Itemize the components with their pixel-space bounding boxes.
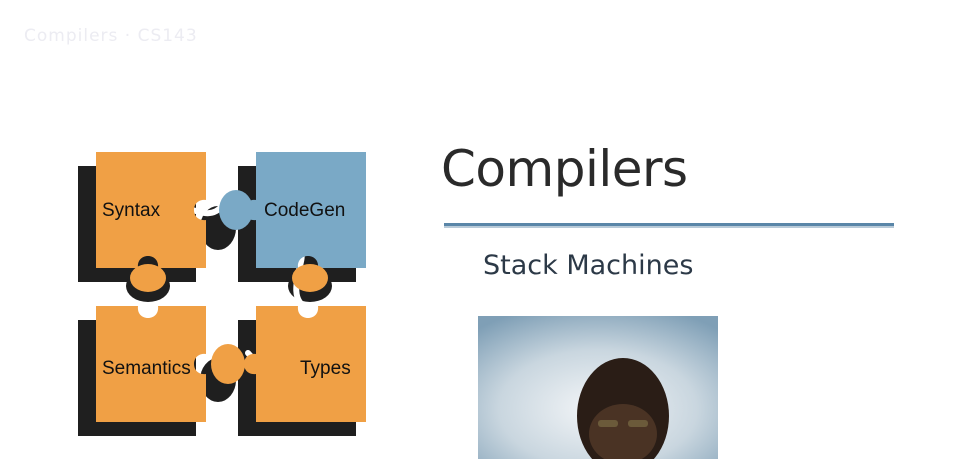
semantics-label: Semantics [102, 358, 191, 379]
compiler-puzzle-logo: Syntax CodeGen Semantics Types [78, 152, 366, 436]
codegen-label: CodeGen [264, 200, 345, 221]
title-divider-shadow [444, 226, 894, 228]
puzzle-piece-syntax: Syntax [96, 152, 206, 268]
slide-header-faded: Compilers · CS143 [24, 26, 198, 46]
lecture-slide: Compilers · CS143 Syntax CodeGen Semanti… [0, 0, 960, 459]
presenter-webcam-icon [478, 316, 718, 459]
types-label: Types [300, 358, 351, 379]
puzzle-piece-semantics: Semantics [96, 264, 206, 422]
slide-subtitle: Stack Machines [483, 250, 694, 281]
presenter-webcam-video [478, 316, 718, 459]
syntax-label: Syntax [102, 200, 161, 221]
slide-title: Compilers [441, 140, 688, 198]
